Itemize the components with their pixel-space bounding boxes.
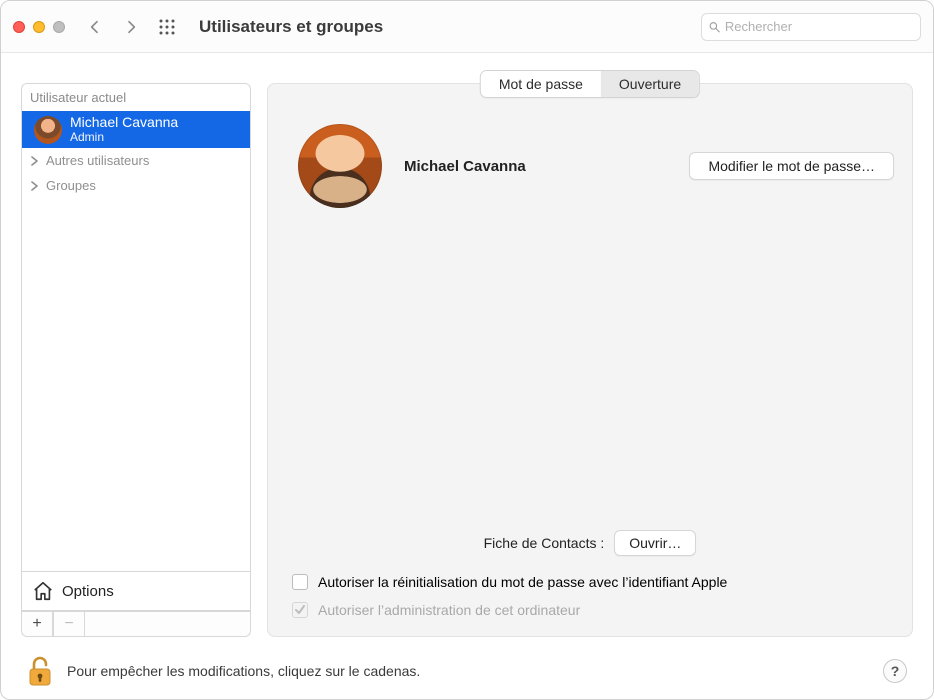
allow-admin-label: Autoriser l’administration de cet ordina… (318, 602, 580, 618)
change-password-button[interactable]: Modifier le mot de passe… (689, 152, 894, 180)
window-title: Utilisateurs et groupes (199, 17, 693, 37)
sidebar-item-other-users[interactable]: Autres utilisateurs (22, 148, 250, 173)
remove-user-button: − (53, 611, 85, 637)
open-contacts-button[interactable]: Ouvrir… (614, 530, 696, 556)
chevron-right-icon (30, 156, 40, 166)
search-field[interactable] (701, 13, 921, 41)
home-icon (32, 580, 54, 602)
titlebar: Utilisateurs et groupes (1, 1, 933, 53)
chevron-left-icon (87, 19, 103, 35)
sidebar-current-user[interactable]: Michael Cavanna Admin (22, 111, 250, 148)
sidebar-footer: + − (21, 611, 251, 637)
sidebar-item-groups[interactable]: Groupes (22, 173, 250, 198)
grid-icon (158, 18, 176, 36)
sidebar-options-button[interactable]: Options (22, 571, 250, 610)
main-panel: Mot de passe Ouverture Michael Cavanna M… (267, 83, 913, 637)
close-window-button[interactable] (13, 21, 25, 33)
lock-message: Pour empêcher les modifications, cliquez… (67, 663, 869, 679)
sidebar-user-name: Michael Cavanna (70, 115, 178, 130)
sidebar-user-role: Admin (70, 130, 178, 144)
back-button[interactable] (81, 13, 109, 41)
contacts-row: Fiche de Contacts : Ouvrir… (286, 530, 894, 556)
allow-admin-checkbox (292, 602, 308, 618)
allow-admin-row: Autoriser l’administration de cet ordina… (286, 602, 894, 618)
help-button[interactable]: ? (883, 659, 907, 683)
avatar[interactable] (298, 124, 382, 208)
users-groups-window: Utilisateurs et groupes Utilisateur actu… (0, 0, 934, 700)
minimize-window-button[interactable] (33, 21, 45, 33)
sidebar-options-label: Options (62, 583, 114, 600)
show-all-prefs-button[interactable] (153, 13, 181, 41)
lock-icon[interactable] (27, 655, 53, 687)
sidebar-section-current-user: Utilisateur actuel (22, 84, 250, 111)
zoom-window-button (53, 21, 65, 33)
sidebar-item-label: Groupes (46, 178, 96, 193)
sidebar: Utilisateur actuel Michael Cavanna Admin… (21, 83, 251, 637)
allow-password-reset-label: Autoriser la réinitialisation du mot de … (318, 574, 727, 590)
content-area: Utilisateur actuel Michael Cavanna Admin… (1, 53, 933, 699)
check-icon (294, 604, 306, 616)
chevron-right-icon (30, 181, 40, 191)
avatar-small (34, 116, 62, 144)
add-user-button[interactable]: + (21, 611, 53, 637)
allow-password-reset-row[interactable]: Autoriser la réinitialisation du mot de … (286, 574, 894, 590)
tab-bar: Mot de passe Ouverture (480, 70, 700, 98)
forward-button[interactable] (117, 13, 145, 41)
contacts-label: Fiche de Contacts : (484, 535, 605, 551)
tab-login-items[interactable]: Ouverture (601, 71, 699, 97)
search-icon (708, 20, 721, 34)
search-input[interactable] (725, 19, 914, 34)
window-controls (13, 21, 65, 33)
user-header-row: Michael Cavanna Modifier le mot de passe… (286, 124, 894, 208)
allow-password-reset-checkbox[interactable] (292, 574, 308, 590)
lock-row: Pour empêcher les modifications, cliquez… (21, 637, 913, 687)
user-display-name: Michael Cavanna (404, 158, 526, 175)
chevron-right-icon (123, 19, 139, 35)
tab-password[interactable]: Mot de passe (481, 71, 601, 97)
sidebar-item-label: Autres utilisateurs (46, 153, 149, 168)
